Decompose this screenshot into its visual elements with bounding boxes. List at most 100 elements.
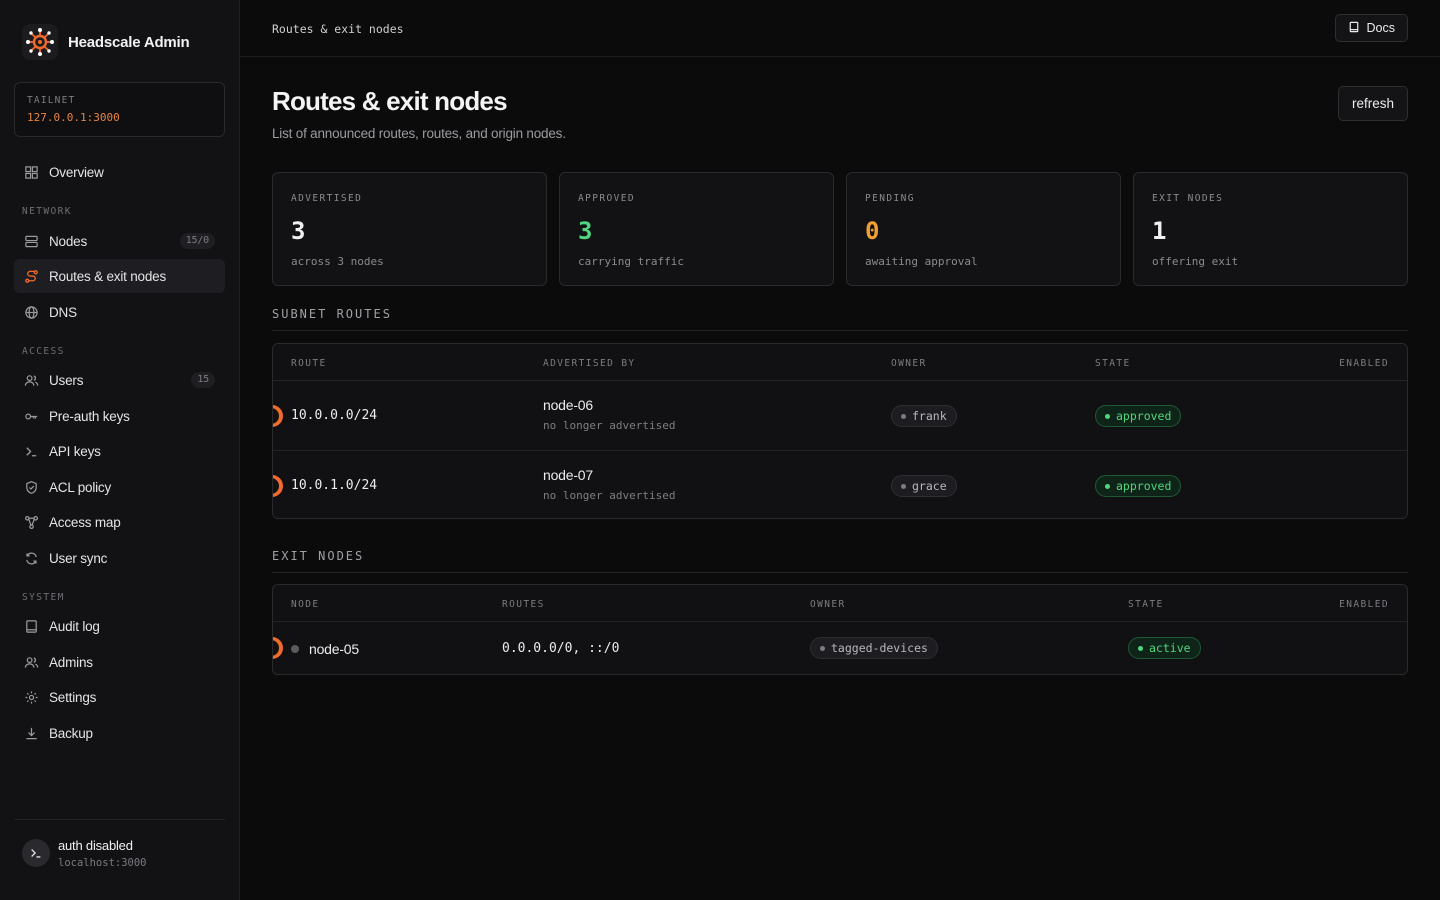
docs-button[interactable]: Docs xyxy=(1334,14,1408,42)
sidebar: Headscale Admin TAILNET 127.0.0.1:3000 O… xyxy=(0,0,240,900)
server-icon xyxy=(24,234,39,249)
enabled-toggle[interactable] xyxy=(273,405,283,427)
sidebar-item-user-sync[interactable]: User sync xyxy=(14,541,225,575)
tailnet-label: TAILNET xyxy=(27,95,76,106)
status-dot-icon xyxy=(1138,645,1143,651)
sidebar-item-label: ACL policy xyxy=(49,479,112,495)
headscale-logo-icon xyxy=(22,24,58,60)
status-badge: active xyxy=(1128,637,1201,659)
column-header-state: STATE xyxy=(1095,358,1131,369)
stat-sub: awaiting approval xyxy=(865,255,978,268)
stat-label: EXIT NODES xyxy=(1152,193,1224,204)
brand[interactable]: Headscale Admin xyxy=(22,24,190,60)
table-header: NODE ROUTES OWNER STATE ENABLED xyxy=(273,585,1407,622)
stat-value: 3 xyxy=(578,217,593,245)
page-title: Routes & exit nodes xyxy=(272,86,508,116)
book-icon xyxy=(24,619,39,634)
gear-icon xyxy=(24,690,39,705)
shield-icon xyxy=(24,480,39,495)
offline-dot-icon xyxy=(291,645,299,653)
advertised-by-cell: node-07 no longer advertised xyxy=(543,467,675,502)
globe-icon xyxy=(24,305,39,320)
column-header-enabled: ENABLED xyxy=(1339,358,1389,369)
sidebar-item-label: Pre-auth keys xyxy=(49,408,130,424)
route-icon xyxy=(24,269,39,284)
owner-name: frank xyxy=(912,409,947,423)
sidebar-item-label: Nodes xyxy=(49,233,88,249)
stat-sub: carrying traffic xyxy=(578,255,684,268)
grid-icon xyxy=(24,165,39,180)
column-header-routes: ROUTES xyxy=(502,599,545,610)
sidebar-footer: auth disabled localhost:3000 xyxy=(14,819,225,869)
section-divider xyxy=(272,330,1408,331)
section-title-exit-nodes: EXIT NODES xyxy=(272,549,365,563)
sidebar-item-admins[interactable]: Admins xyxy=(14,645,225,679)
download-icon xyxy=(24,726,39,741)
stat-card-exit-nodes: EXIT NODES 1 offering exit xyxy=(1133,172,1408,286)
auth-status: auth disabled xyxy=(58,838,133,853)
status-dot-icon xyxy=(1105,483,1110,489)
route-cidr: 10.0.0.0/24 xyxy=(291,408,378,423)
terminal-avatar-icon xyxy=(22,839,50,867)
topbar: Routes & exit nodes Docs xyxy=(240,0,1440,57)
sidebar-item-label: Users xyxy=(49,372,84,388)
enabled-toggle[interactable] xyxy=(273,475,283,497)
sidebar-item-label: Overview xyxy=(49,164,104,180)
node-name[interactable]: node-06 xyxy=(543,397,675,413)
terminal-icon xyxy=(24,444,39,459)
toggle-knob xyxy=(273,478,279,494)
sidebar-item-preauth-keys[interactable]: Pre-auth keys xyxy=(14,399,225,433)
section-divider xyxy=(272,572,1408,573)
owner-badge: frank xyxy=(891,405,957,427)
sidebar-item-label: DNS xyxy=(49,304,77,320)
owner-cell: tagged-devices xyxy=(810,637,938,659)
column-header-state: STATE xyxy=(1128,599,1164,610)
sidebar-item-routes[interactable]: Routes & exit nodes xyxy=(14,259,225,293)
table-row: 10.0.0.0/24 node-06 no longer advertised… xyxy=(273,381,1407,450)
subnet-routes-table: ROUTE ADVERTISED BY OWNER STATE ENABLED … xyxy=(272,343,1408,519)
sidebar-item-nodes[interactable]: Nodes 15/0 xyxy=(14,224,225,258)
column-header-route: ROUTE xyxy=(291,358,327,369)
owner-cell: frank xyxy=(891,405,957,427)
nav-section-network: NETWORK xyxy=(22,206,72,217)
sidebar-item-label: Backup xyxy=(49,725,93,741)
docs-label: Docs xyxy=(1366,21,1395,35)
column-header-enabled: ENABLED xyxy=(1339,599,1389,610)
sidebar-item-users[interactable]: Users 15 xyxy=(14,363,225,397)
sidebar-item-api-keys[interactable]: API keys xyxy=(14,434,225,468)
owner-cell: grace xyxy=(891,475,957,497)
enabled-toggle[interactable] xyxy=(273,637,283,659)
stat-label: ADVERTISED xyxy=(291,193,363,204)
exit-routes: 0.0.0.0/0, ::/0 xyxy=(502,641,620,656)
toggle-knob xyxy=(273,640,279,656)
table-row: node-05 0.0.0.0/0, ::/0 tagged-devices a… xyxy=(273,622,1407,674)
sidebar-item-backup[interactable]: Backup xyxy=(14,716,225,750)
owner-badge: grace xyxy=(891,475,957,497)
stat-label: APPROVED xyxy=(578,193,635,204)
owner-name: grace xyxy=(912,479,947,493)
sidebar-item-label: Access map xyxy=(49,514,121,530)
sidebar-item-access-map[interactable]: Access map xyxy=(14,505,225,539)
book-icon xyxy=(1348,21,1360,36)
sidebar-item-acl-policy[interactable]: ACL policy xyxy=(14,470,225,504)
status-label: active xyxy=(1149,641,1191,655)
state-cell: approved xyxy=(1095,405,1182,427)
sidebar-item-audit-log[interactable]: Audit log xyxy=(14,609,225,643)
nav-section-access: ACCESS xyxy=(22,346,65,357)
column-header-node: NODE xyxy=(291,599,320,610)
stat-value: 0 xyxy=(865,217,880,245)
node-name[interactable]: node-07 xyxy=(543,467,675,483)
network-icon xyxy=(24,515,39,530)
node-name[interactable]: node-05 xyxy=(309,641,359,657)
sidebar-item-dns[interactable]: DNS xyxy=(14,295,225,329)
refresh-button[interactable]: refresh xyxy=(1338,86,1408,121)
users-count-badge: 15 xyxy=(191,372,215,388)
status-badge: approved xyxy=(1095,405,1182,427)
sidebar-item-overview[interactable]: Overview xyxy=(14,155,225,189)
status-badge: approved xyxy=(1095,475,1182,497)
stat-label: PENDING xyxy=(865,193,915,204)
sidebar-item-settings[interactable]: Settings xyxy=(14,680,225,714)
column-header-owner: OWNER xyxy=(810,599,846,610)
sidebar-item-label: API keys xyxy=(49,443,101,459)
state-cell: active xyxy=(1128,637,1201,659)
